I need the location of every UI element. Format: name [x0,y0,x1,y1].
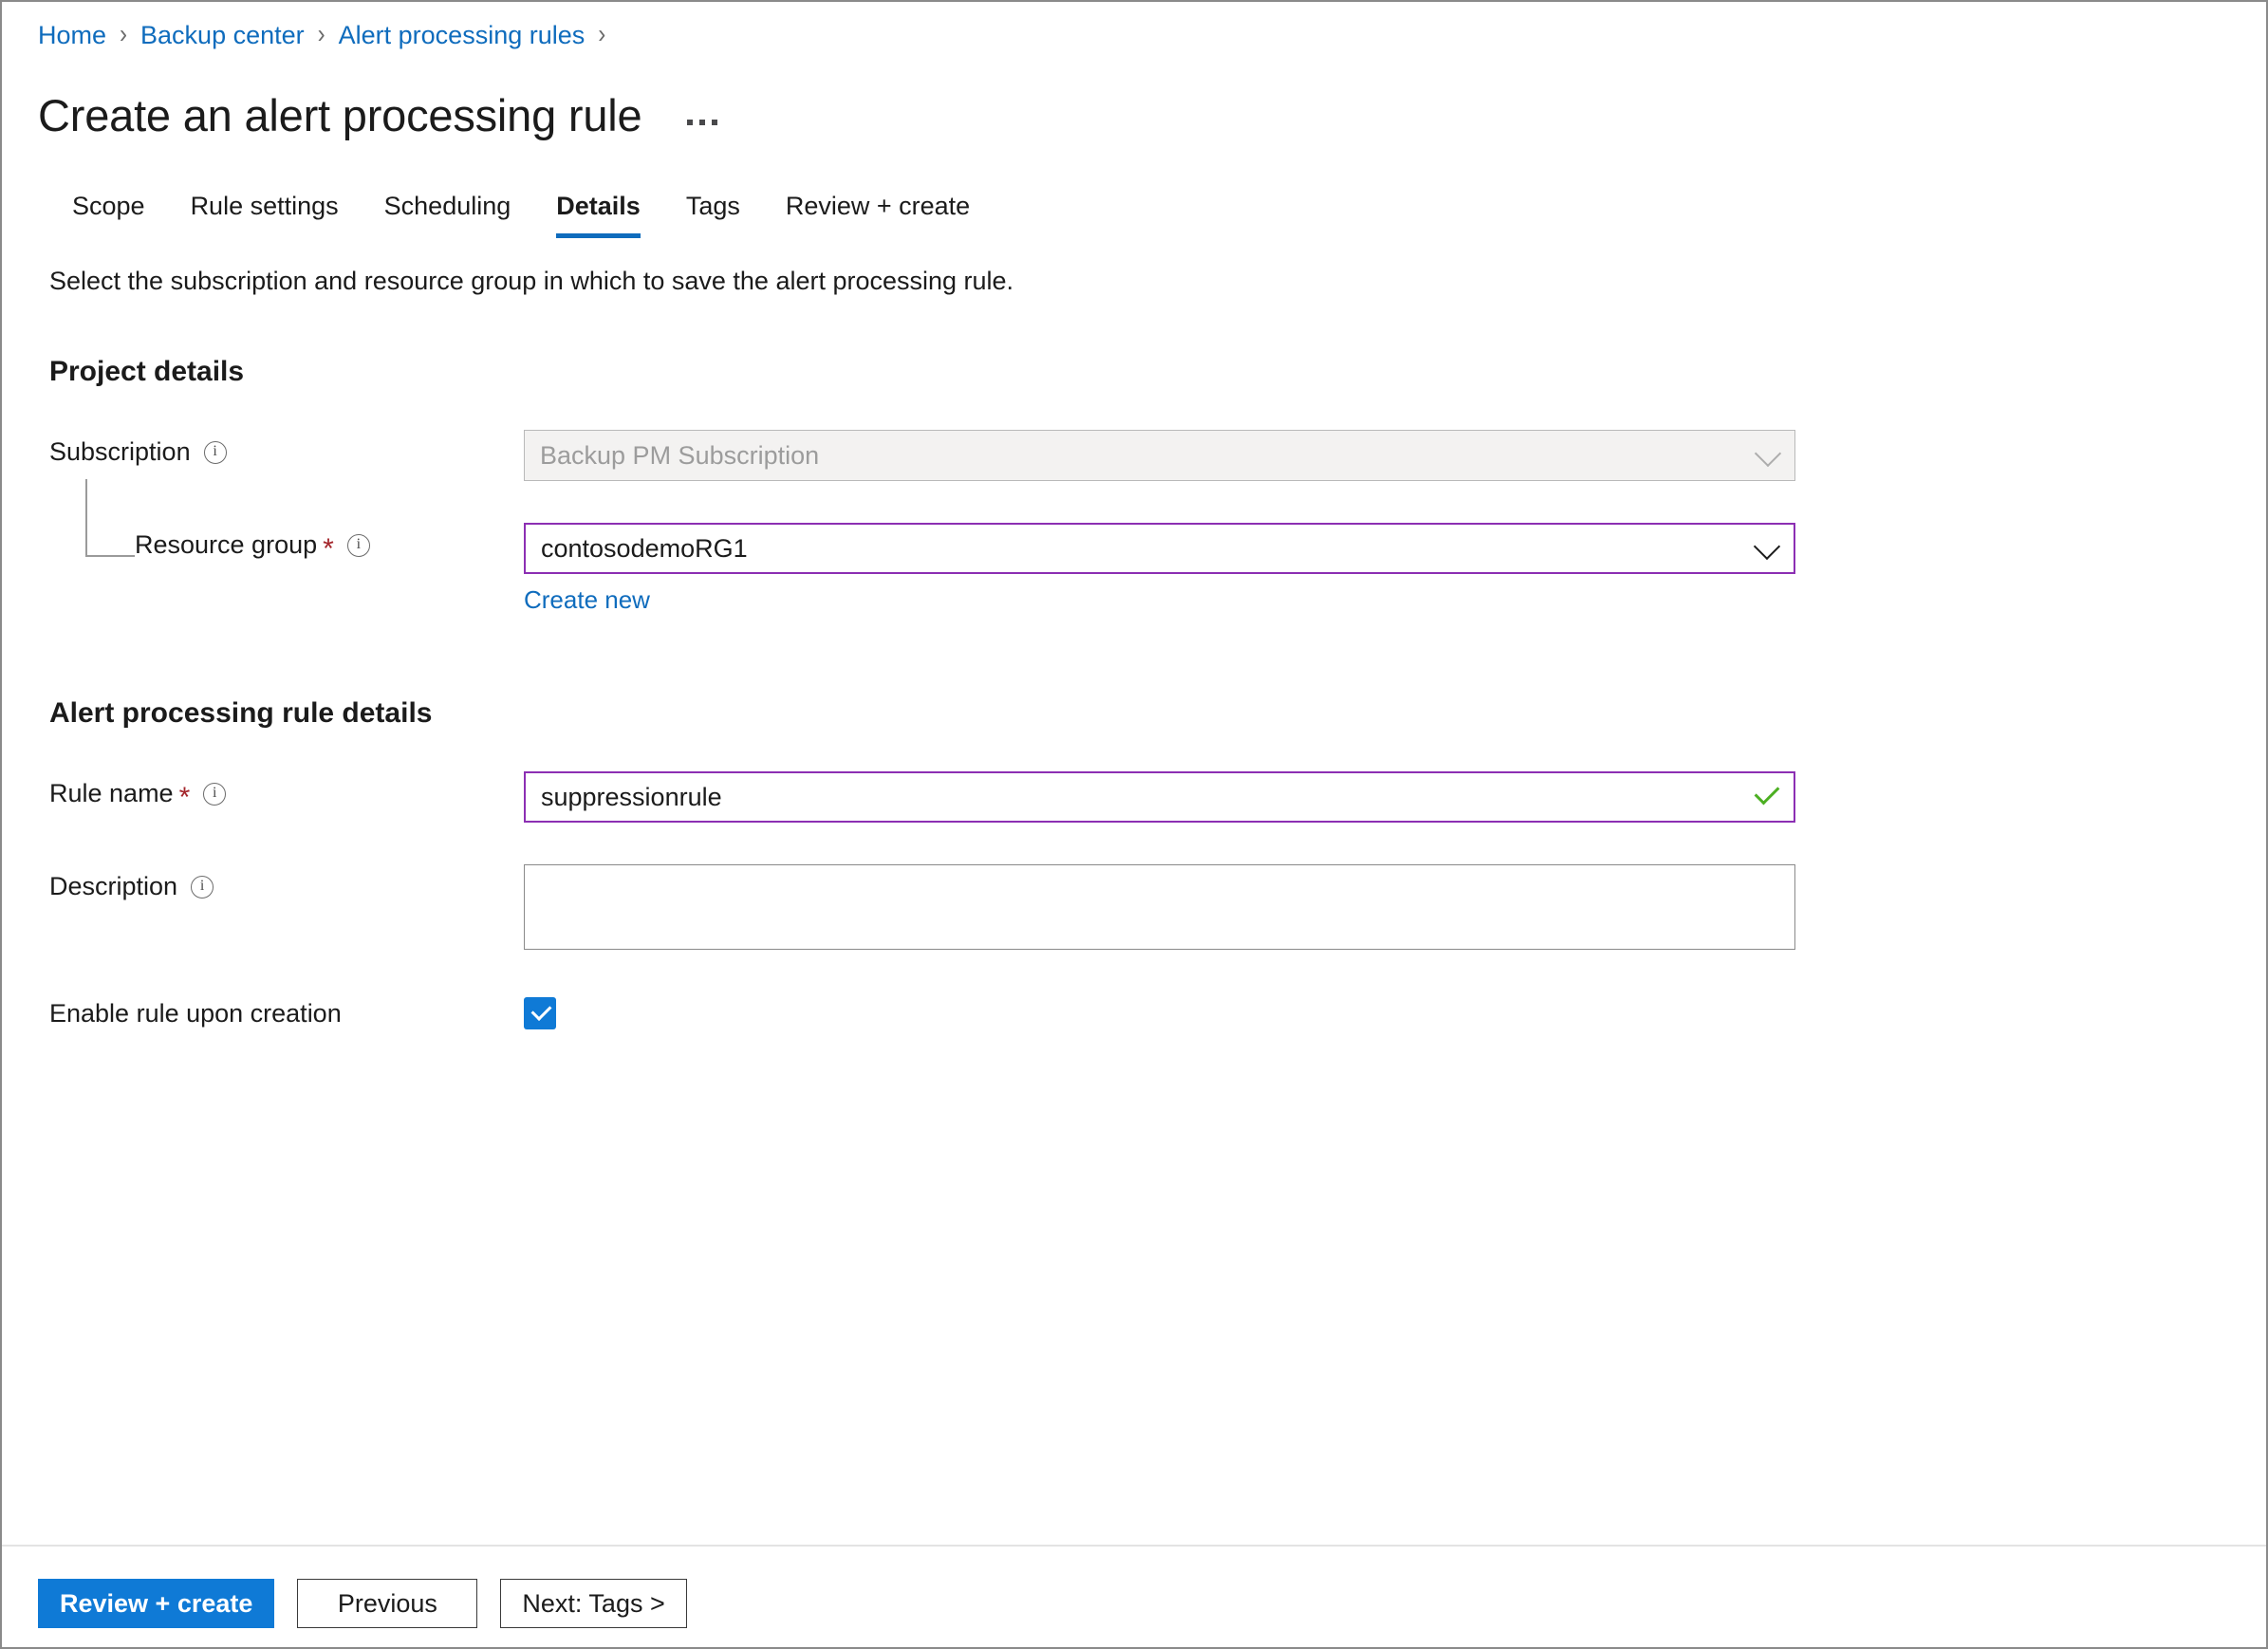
next-tags-button[interactable]: Next: Tags > [500,1579,687,1628]
tab-rule-settings[interactable]: Rule settings [168,186,362,238]
validation-check-icon [1754,779,1780,806]
enable-rule-label: Enable rule upon creation [49,999,342,1028]
rule-name-value: suppressionrule [541,782,722,811]
field-row-description: Description [49,864,2228,950]
subscription-select[interactable]: Backup PM Subscription [524,430,1795,481]
intro-text: Select the subscription and resource gro… [49,267,1014,295]
resource-group-select[interactable]: contosodemoRG1 [524,523,1795,574]
description-control [524,864,1795,950]
subscription-label-group: Subscription [49,430,524,467]
enable-rule-label-group: Enable rule upon creation [49,991,524,1028]
required-marker: * [178,781,191,813]
breadcrumb-item-alert-processing-rules[interactable]: Alert processing rules [339,22,586,48]
enable-rule-control [524,991,1795,1029]
create-alert-processing-rule-page: Home › Backup center › Alert processing … [0,0,2268,1649]
enable-rule-checkbox[interactable] [524,997,556,1029]
subscription-label: Subscription [49,437,191,466]
info-icon[interactable] [346,533,370,557]
resource-group-control: contosodemoRG1 Create new [524,523,1795,615]
rule-name-label: Rule name [49,779,174,807]
description-label-group: Description [49,864,524,901]
breadcrumb-separator-icon: › [120,19,128,49]
resource-group-label: Resource group [135,530,318,559]
subscription-value: Backup PM Subscription [540,440,820,470]
breadcrumb-item-backup-center[interactable]: Backup center [140,22,305,48]
create-new-resource-group-link[interactable]: Create new [524,585,650,615]
wizard-tabs: Scope Rule settings Scheduling Details T… [2,186,2266,238]
title-row: Create an alert processing rule [2,53,2266,140]
tab-review-create[interactable]: Review + create [763,186,993,238]
tab-details[interactable]: Details [533,186,663,238]
tab-tags[interactable]: Tags [663,186,763,238]
chevron-down-icon [1753,532,1781,561]
rule-name-control: suppressionrule [524,771,1795,823]
page-title: Create an alert processing rule [38,90,642,141]
breadcrumb-separator-icon: › [317,19,325,49]
field-row-subscription: Subscription Backup PM Subscription [49,430,2228,481]
info-icon[interactable] [191,875,214,899]
form-body: Project details Subscription Backup PM S… [2,296,2266,1545]
more-options-icon[interactable] [681,112,723,133]
resource-group-value: contosodemoRG1 [541,533,748,563]
field-row-rule-name: Rule name * suppressionrule [49,771,2228,823]
rule-name-label-group: Rule name * [49,771,524,811]
info-icon[interactable] [203,440,227,464]
section-heading-rule-details: Alert processing rule details [49,697,433,729]
description-label: Description [49,872,178,900]
field-row-resource-group: Resource group * contosodemoRG1 Create n… [49,479,2228,615]
tab-scope[interactable]: Scope [49,186,168,238]
resource-group-label-group: Resource group * [49,523,524,563]
description-textarea[interactable] [524,864,1795,950]
chevron-down-icon [1754,439,1782,468]
section-heading-project-details: Project details [49,356,245,387]
breadcrumb-item-home[interactable]: Home [38,22,106,48]
field-row-enable-rule: Enable rule upon creation [49,991,2228,1029]
review-create-button[interactable]: Review + create [38,1579,275,1628]
required-marker: * [323,532,334,565]
previous-button[interactable]: Previous [297,1579,478,1628]
breadcrumb-separator-icon: › [598,19,606,49]
breadcrumb: Home › Backup center › Alert processing … [2,2,2266,53]
subscription-control: Backup PM Subscription [524,430,1795,481]
rule-name-input[interactable]: suppressionrule [524,771,1795,823]
footer-actions: Review + create Previous Next: Tags > [2,1545,2266,1647]
info-icon[interactable] [203,782,227,806]
tab-scheduling[interactable]: Scheduling [362,186,534,238]
